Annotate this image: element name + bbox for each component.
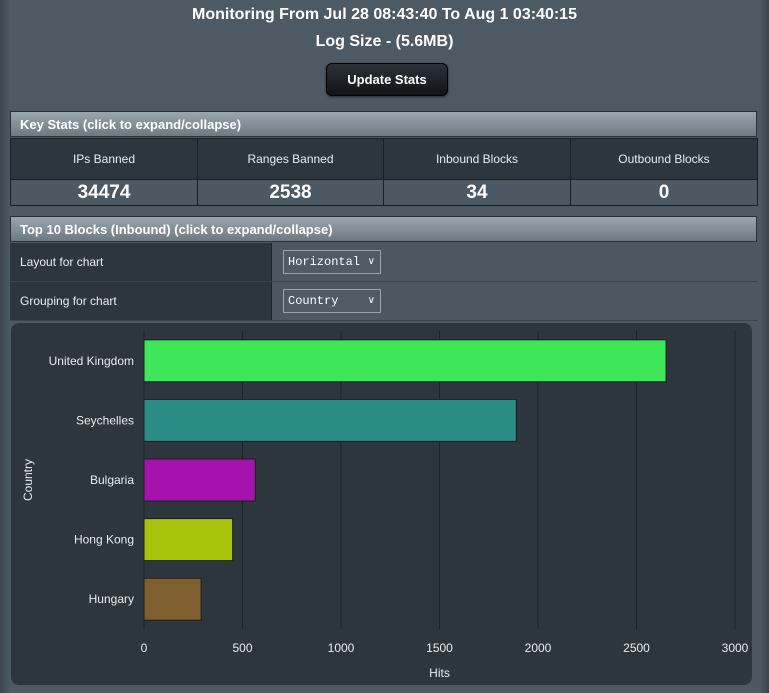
update-stats-button[interactable]: Update Stats [326,63,448,96]
stat-label: IPs Banned [11,139,197,180]
top-blocks-chart: United Kingdom Seychelles Bulgaria Hong Kon… [21,331,749,680]
stat-ips-banned: IPs Banned 34474 [11,139,198,205]
category-label: Hungary [89,592,134,606]
layout-select[interactable]: Horizontal ∨ [283,250,381,274]
category-label: United Kingdom [49,354,134,368]
category-label: Seychelles [76,413,134,427]
stat-outbound-blocks: Outbound Blocks 0 [571,139,757,205]
bar [143,518,234,562]
stat-ranges-banned: Ranges Banned 2538 [198,139,384,205]
stat-value: 2538 [198,180,383,205]
tick-label: 2000 [525,641,552,655]
stat-value: 0 [571,180,757,205]
category-label: Bulgaria [90,473,134,487]
chevron-down-icon: ∨ [366,290,375,312]
bar [143,398,517,442]
tick-label: 1500 [426,641,453,655]
key-stats-table: IPs Banned 34474 Ranges Banned 2538 Inbo… [10,138,758,206]
bar [143,458,256,502]
bar [143,577,202,621]
y-axis-title: Country [21,459,35,501]
chart-panel: United Kingdom Seychelles Bulgaria Hong Kon… [11,323,752,685]
layout-row: Layout for chart Horizontal ∨ [10,243,758,282]
stat-label: Ranges Banned [198,139,383,180]
top-blocks-header[interactable]: Top 10 Blocks (Inbound) (click to expand… [10,216,757,242]
log-size: Log Size - (5.6MB) [315,33,454,50]
chart-container: United Kingdom Seychelles Bulgaria Hong Kon… [10,322,758,686]
grouping-select[interactable]: Country ∨ [283,289,381,313]
tick-label: 3000 [722,641,749,655]
tick-label: 0 [141,641,148,655]
x-axis-title: Hits [429,666,450,680]
stat-value: 34474 [11,180,197,205]
layout-label: Layout for chart [10,243,272,281]
category-label: Hong Kong [74,533,134,547]
tick-label: 1000 [328,641,355,655]
tick-label: 2500 [623,641,650,655]
key-stats-header[interactable]: Key Stats (click to expand/collapse) [10,111,757,137]
chevron-down-icon: ∨ [366,251,375,273]
grouping-row: Grouping for chart Country ∨ [10,282,758,321]
tick-label: 500 [232,641,252,655]
grouping-select-value: Country [288,294,339,308]
stat-label: Outbound Blocks [571,139,757,180]
bar [143,339,667,383]
monitoring-period: Monitoring From Jul 28 08:43:40 To Aug 1… [192,6,577,23]
grouping-label: Grouping for chart [10,282,272,320]
stat-value: 34 [384,180,570,205]
stat-label: Inbound Blocks [384,139,570,180]
layout-select-value: Horizontal [288,255,361,269]
stat-inbound-blocks: Inbound Blocks 34 [384,139,571,205]
